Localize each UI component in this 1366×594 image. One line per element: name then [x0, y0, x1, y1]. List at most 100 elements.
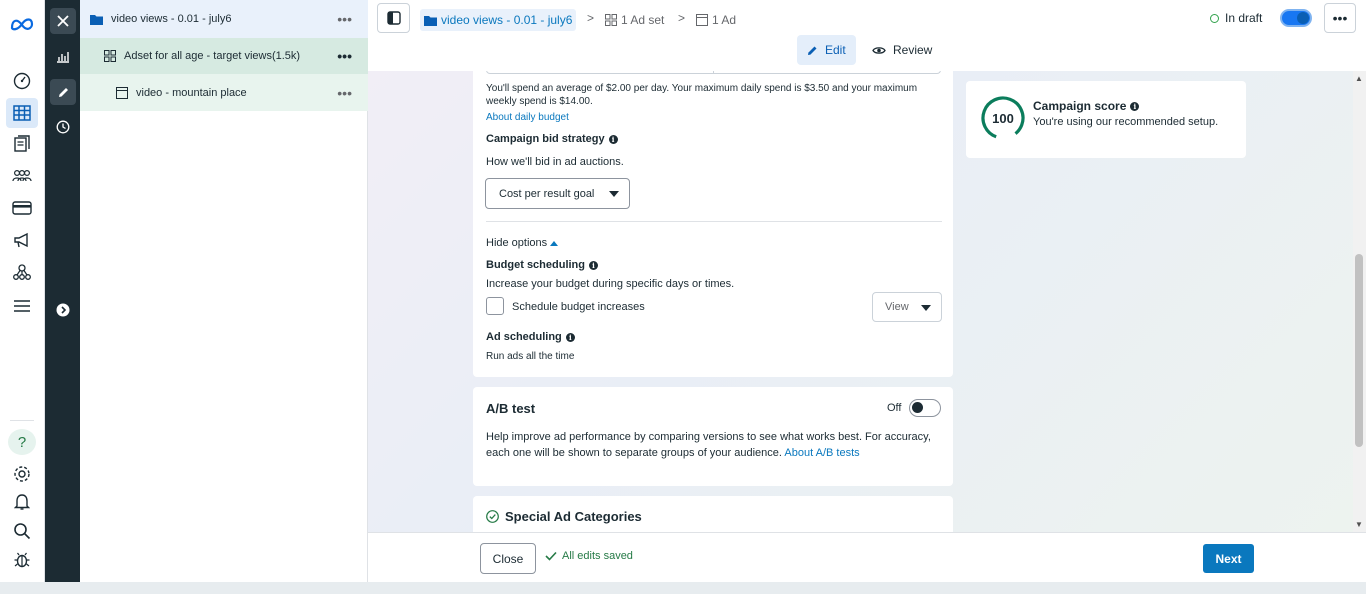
pages-icon[interactable] [11, 133, 33, 155]
gear-icon[interactable] [11, 463, 33, 485]
about-daily-budget-link[interactable]: About daily budget [486, 111, 569, 124]
ad-scheduling-description: Run ads all the time [486, 351, 575, 362]
scroll-down-arrow-icon[interactable]: ▼ [1355, 520, 1363, 529]
info-icon[interactable]: i [565, 332, 575, 342]
breadcrumb-campaign-label: video views - 0.01 - july6 [441, 13, 573, 27]
campaign-more-button[interactable]: ••• [337, 11, 352, 27]
bid-strategy-heading: Campaign bid strategy i [486, 133, 618, 145]
save-status-label: All edits saved [562, 550, 633, 562]
tree-adset-label: Adset for all age - target views(1.5k) [124, 50, 301, 62]
editor-tool-rail [45, 0, 80, 584]
scrollbar-thumb[interactable] [1355, 254, 1363, 447]
eye-icon [872, 46, 886, 55]
campaign-score-title: Campaign score [1033, 99, 1127, 113]
campaign-score-heading: Campaign score i [1033, 99, 1140, 113]
more-options-button[interactable]: ••• [1324, 3, 1356, 33]
ab-test-card: A/B test Off Help improve ad performance… [473, 387, 953, 486]
pencil-icon [807, 45, 818, 56]
dashboard-icon[interactable] [11, 70, 33, 92]
breadcrumb-ad[interactable]: 1 Ad [696, 9, 736, 31]
breadcrumb-adset[interactable]: 1 Ad set [605, 9, 664, 31]
ab-test-title: A/B test [486, 401, 536, 416]
ad-frame-icon [696, 14, 708, 26]
campaigns-table-icon[interactable] [6, 98, 38, 128]
close-icon[interactable] [50, 8, 76, 34]
megaphone-icon[interactable] [11, 229, 33, 251]
billing-card-icon[interactable] [11, 197, 33, 219]
budget-scheduling-heading: Budget scheduling i [486, 259, 598, 271]
review-mode-button[interactable]: Review [862, 35, 942, 65]
spend-note: You'll spend an average of $2.00 per day… [486, 83, 918, 107]
ad-scheduling-label: Ad scheduling [486, 331, 562, 343]
side-panel-icon [386, 11, 401, 25]
breadcrumb-adset-label: 1 Ad set [621, 13, 665, 27]
left-navigation: ? [0, 0, 45, 584]
view-button-label: View [885, 301, 909, 313]
special-ad-categories-title: Special Ad Categories [505, 509, 642, 524]
breadcrumb-campaign[interactable]: video views - 0.01 - july6 [420, 9, 577, 31]
info-icon[interactable]: i [1130, 101, 1140, 111]
bid-strategy-description: How we'll bid in ad auctions. [486, 156, 624, 168]
search-icon[interactable] [11, 520, 33, 542]
budget-scheduling-description: Increase your budget during specific day… [486, 278, 735, 290]
schedule-budget-checkbox[interactable] [486, 297, 504, 315]
business-settings-icon[interactable] [11, 261, 33, 283]
breadcrumb-chevron-icon: > [587, 11, 595, 25]
help-icon[interactable]: ? [8, 429, 36, 455]
special-ad-categories-heading[interactable]: Special Ad Categories [486, 509, 642, 524]
ab-test-state-label: Off [887, 402, 902, 414]
folder-icon [90, 14, 103, 25]
tree-item-ad[interactable]: video - mountain place ••• [80, 74, 368, 111]
draft-status-label: In draft [1225, 11, 1263, 25]
status-dot-icon [1210, 13, 1219, 23]
ad-scheduling-heading: Ad scheduling i [486, 331, 575, 343]
view-dropdown-button[interactable]: View [872, 292, 942, 322]
caret-up-icon [550, 240, 559, 246]
ad-frame-icon [116, 86, 128, 99]
menu-icon[interactable] [11, 295, 33, 317]
scroll-up-arrow-icon[interactable]: ▲ [1355, 74, 1363, 83]
folder-icon [424, 15, 437, 26]
editor-footer: Close All edits saved Next [368, 532, 1366, 582]
adset-more-button[interactable]: ••• [337, 48, 352, 64]
section-divider [486, 221, 942, 222]
checkmark-icon [545, 551, 557, 561]
audiences-icon[interactable] [11, 165, 33, 187]
breadcrumb-ad-label: 1 Ad [712, 13, 737, 27]
next-button[interactable]: Next [1203, 544, 1254, 573]
campaign-score-card: 100 Campaign score i You're using our re… [966, 81, 1246, 158]
ab-test-toggle[interactable] [909, 399, 941, 417]
ad-more-button[interactable]: ••• [337, 85, 352, 101]
budget-input-fields[interactable] [486, 71, 941, 74]
meta-logo-icon[interactable] [9, 13, 35, 35]
bid-strategy-label: Campaign bid strategy [486, 133, 605, 145]
special-ad-categories-card: Special Ad Categories [473, 496, 953, 532]
expand-panel-icon[interactable] [50, 297, 76, 323]
pencil-edit-icon[interactable] [50, 79, 76, 105]
about-ab-tests-link[interactable]: About A/B tests [784, 447, 859, 459]
edit-mode-button[interactable]: Edit [797, 35, 856, 65]
bug-report-icon[interactable] [11, 549, 33, 571]
top-bar: video views - 0.01 - july6 > 1 Ad set > … [368, 0, 1366, 71]
breadcrumb-chevron-icon: > [678, 11, 686, 25]
adset-grid-icon [104, 50, 116, 62]
campaign-score-subtitle: You're using our recommended setup. [1033, 116, 1219, 128]
bid-strategy-dropdown[interactable]: Cost per result goal [485, 178, 630, 209]
campaign-tree-panel: video views - 0.01 - july6 ••• Adset for… [80, 0, 368, 584]
main-scrollbar[interactable]: ▲ ▼ [1353, 71, 1366, 532]
bell-icon[interactable] [11, 491, 33, 513]
toggle-panel-button[interactable] [377, 3, 410, 33]
info-icon[interactable]: i [589, 260, 598, 270]
caret-down-icon [609, 191, 619, 197]
info-icon[interactable]: i [608, 134, 618, 144]
campaign-on-off-toggle[interactable] [1280, 9, 1312, 27]
tree-item-adset[interactable]: Adset for all age - target views(1.5k) •… [80, 38, 368, 74]
hide-options-link[interactable]: Hide options [486, 237, 559, 249]
draft-status: In draft [1210, 11, 1262, 25]
history-clock-icon[interactable] [50, 114, 76, 140]
tree-item-campaign[interactable]: video views - 0.01 - july6 ••• [80, 0, 368, 38]
bar-chart-icon[interactable] [50, 44, 76, 70]
close-button[interactable]: Close [480, 543, 536, 574]
adset-grid-icon [605, 14, 617, 26]
caret-down-icon [921, 305, 931, 311]
